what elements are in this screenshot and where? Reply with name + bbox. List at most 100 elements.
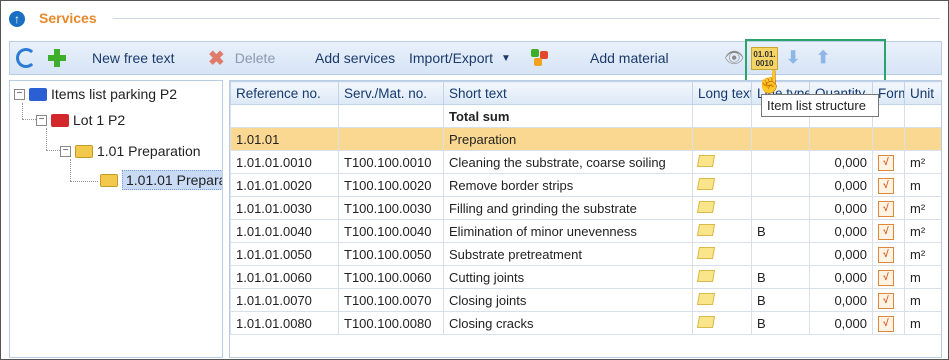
- long-text-note-icon[interactable]: [696, 200, 716, 213]
- cell-serv-mat-no[interactable]: T100.100.0040: [338, 219, 444, 243]
- tree-node-lot[interactable]: − Lot 1 P2: [36, 110, 125, 130]
- cell-long-text[interactable]: [692, 242, 752, 266]
- formula-icon[interactable]: √: [878, 293, 894, 309]
- cell-line-type[interactable]: [751, 150, 810, 174]
- cell-line-type[interactable]: B: [751, 288, 810, 312]
- long-text-note-icon[interactable]: [696, 292, 716, 305]
- table-row[interactable]: 1.01.01.0030 T100.100.0030 Filling and gri…: [230, 196, 941, 220]
- new-free-text-button[interactable]: New free text: [92, 42, 174, 74]
- col-long-text[interactable]: Long text: [692, 81, 752, 105]
- col-short-text[interactable]: Short text: [443, 81, 693, 105]
- collapse-icon[interactable]: −: [36, 114, 47, 126]
- cell-reference-no[interactable]: 1.01.01.0050: [230, 242, 339, 266]
- cell-serv-mat-no[interactable]: T100.100.0030: [338, 196, 444, 220]
- cell-unit[interactable]: m²: [904, 196, 941, 220]
- add-services-button[interactable]: Add services: [315, 42, 395, 74]
- collapse-icon[interactable]: −: [14, 88, 25, 100]
- add-button[interactable]: [48, 42, 66, 74]
- long-text-note-icon[interactable]: [696, 315, 716, 328]
- cell-short-text[interactable]: Cutting joints: [443, 265, 693, 289]
- cell-form[interactable]: √: [872, 219, 905, 243]
- cell-unit[interactable]: m²: [904, 150, 941, 174]
- cell-short-text[interactable]: Substrate pretreatment: [443, 242, 693, 266]
- import-export-dropdown[interactable]: Import/Export ▼: [409, 42, 511, 74]
- cell-reference-no[interactable]: 1.01.01.0070: [230, 288, 339, 312]
- cell-line-type[interactable]: [751, 196, 810, 220]
- cell-long-text[interactable]: [692, 311, 752, 335]
- formula-icon[interactable]: √: [878, 224, 894, 240]
- cell-long-text[interactable]: [692, 150, 752, 174]
- cell-short-text[interactable]: Filling and grinding the substrate: [443, 196, 693, 220]
- table-row[interactable]: 1.01.01.0050 T100.100.0050 Substrate pretr…: [230, 242, 941, 266]
- formula-icon[interactable]: √: [878, 201, 894, 217]
- tree-node-section[interactable]: − 1.01 Preparation: [60, 141, 201, 161]
- cell-line-type[interactable]: [751, 242, 810, 266]
- cell-short-text[interactable]: Cleaning the substrate, coarse soiling: [443, 150, 693, 174]
- long-text-note-icon[interactable]: [696, 177, 716, 190]
- cell-short-text[interactable]: Closing joints: [443, 288, 693, 312]
- cell-form[interactable]: √: [872, 150, 905, 174]
- cell-serv-mat-no[interactable]: T100.100.0050: [338, 242, 444, 266]
- cell-quantity[interactable]: 0,000: [809, 265, 873, 289]
- section-row[interactable]: 1.01.01 Preparation: [230, 127, 941, 151]
- cell-unit[interactable]: m²: [904, 219, 941, 243]
- collapse-icon[interactable]: −: [60, 145, 71, 157]
- add-material-button[interactable]: Add material: [590, 42, 669, 74]
- cell-form[interactable]: √: [872, 311, 905, 335]
- cell-quantity[interactable]: 0,000: [809, 173, 873, 197]
- cell-form[interactable]: √: [872, 265, 905, 289]
- cell-long-text[interactable]: [692, 219, 752, 243]
- cell-long-text[interactable]: [692, 265, 752, 289]
- table-row[interactable]: 1.01.01.0010 T100.100.0010 Cleaning the su…: [230, 150, 941, 174]
- cell-reference-no[interactable]: 1.01.01.0040: [230, 219, 339, 243]
- cell-short-text[interactable]: Remove border strips: [443, 173, 693, 197]
- collapse-up-icon[interactable]: ↑: [9, 11, 25, 27]
- cell-quantity[interactable]: 0,000: [809, 196, 873, 220]
- long-text-note-icon[interactable]: [696, 223, 716, 236]
- view-button[interactable]: 👁: [724, 42, 744, 74]
- col-reference-no[interactable]: Reference no.: [230, 81, 339, 105]
- cell-quantity[interactable]: 0,000: [809, 219, 873, 243]
- long-text-note-icon[interactable]: [696, 154, 716, 167]
- cell-long-text[interactable]: [692, 173, 752, 197]
- cell-line-type[interactable]: B: [751, 265, 810, 289]
- cell-serv-mat-no[interactable]: T100.100.0010: [338, 150, 444, 174]
- table-row[interactable]: 1.01.01.0070 T100.100.0070 Closing joints B…: [230, 288, 941, 312]
- cell-reference-no[interactable]: 1.01.01.0080: [230, 311, 339, 335]
- table-row[interactable]: 1.01.01.0080 T100.100.0080 Closing cracks B…: [230, 311, 941, 335]
- cell-unit[interactable]: m²: [904, 242, 941, 266]
- cell-form[interactable]: √: [872, 196, 905, 220]
- formula-icon[interactable]: √: [878, 270, 894, 286]
- cell-form[interactable]: √: [872, 173, 905, 197]
- formula-icon[interactable]: √: [878, 155, 894, 171]
- cell-unit[interactable]: m: [904, 311, 941, 335]
- cell-quantity[interactable]: 0,000: [809, 311, 873, 335]
- cell-form[interactable]: √: [872, 242, 905, 266]
- cell-unit[interactable]: m: [904, 173, 941, 197]
- formula-icon[interactable]: √: [878, 316, 894, 332]
- table-row[interactable]: 1.01.01.0040 T100.100.0040 Elimination of …: [230, 219, 941, 243]
- col-serv-mat-no[interactable]: Serv./Mat. no.: [338, 81, 444, 105]
- table-row[interactable]: 1.01.01.0020 T100.100.0020 Remove border s…: [230, 173, 941, 197]
- cell-reference-no[interactable]: 1.01.01.0020: [230, 173, 339, 197]
- long-text-note-icon[interactable]: [696, 269, 716, 282]
- tree-node-root[interactable]: − Items list parking P2: [14, 84, 177, 104]
- cell-serv-mat-no[interactable]: T100.100.0060: [338, 265, 444, 289]
- delete-button[interactable]: ✖ Delete: [208, 42, 275, 74]
- col-unit[interactable]: Unit: [904, 81, 941, 105]
- cell-quantity[interactable]: 0,000: [809, 242, 873, 266]
- cell-unit[interactable]: m: [904, 265, 941, 289]
- cell-serv-mat-no[interactable]: T100.100.0070: [338, 288, 444, 312]
- cell-line-type[interactable]: B: [751, 311, 810, 335]
- tree-node-selected[interactable]: 1.01.01 Preparation: [100, 170, 222, 190]
- cell-serv-mat-no[interactable]: T100.100.0080: [338, 311, 444, 335]
- cell-form[interactable]: √: [872, 288, 905, 312]
- cell-reference-no[interactable]: 1.01.01.0010: [230, 150, 339, 174]
- cell-long-text[interactable]: [692, 196, 752, 220]
- formula-icon[interactable]: √: [878, 178, 894, 194]
- cell-reference-no[interactable]: 1.01.01.0030: [230, 196, 339, 220]
- cell-reference-no[interactable]: 1.01.01.0060: [230, 265, 339, 289]
- cell-quantity[interactable]: 0,000: [809, 288, 873, 312]
- cell-quantity[interactable]: 0,000: [809, 150, 873, 174]
- cell-short-text[interactable]: Closing cracks: [443, 311, 693, 335]
